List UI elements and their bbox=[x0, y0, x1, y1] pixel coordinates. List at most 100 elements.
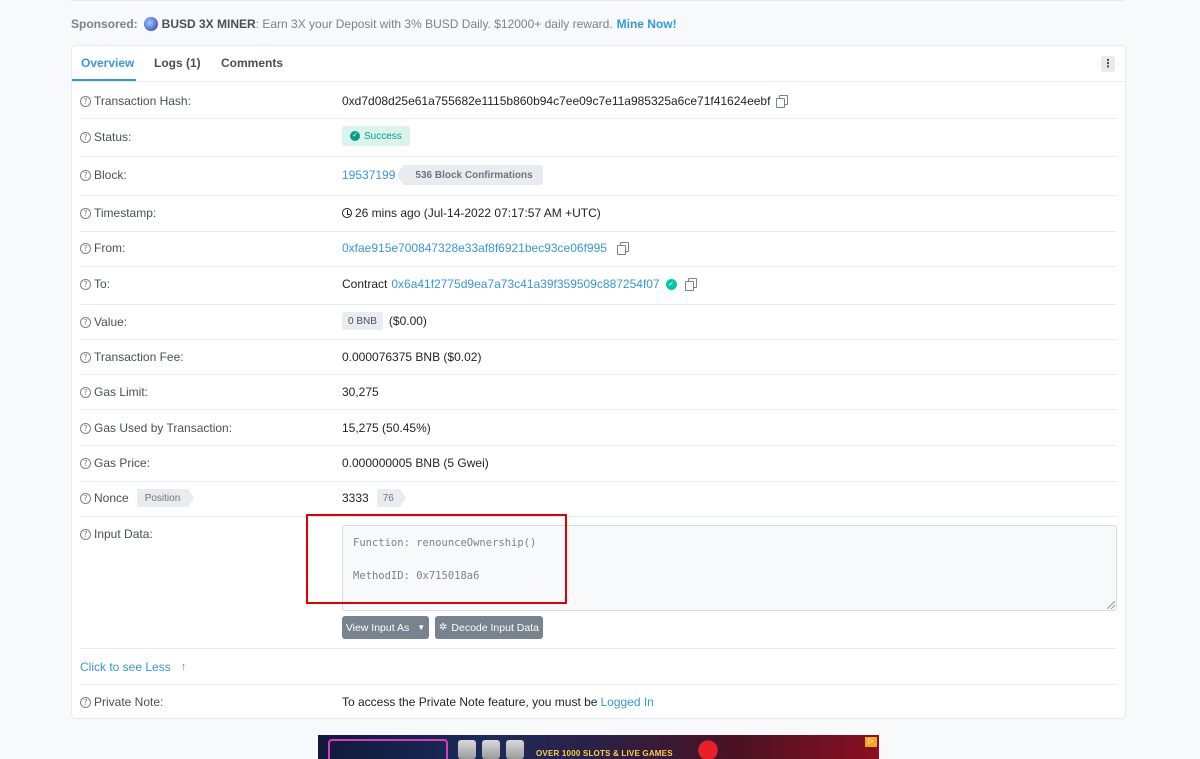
label-transaction-hash: ? Transaction Hash: bbox=[80, 94, 191, 108]
kebab-menu-icon[interactable]: ⋮ bbox=[1101, 56, 1115, 72]
help-icon: ? bbox=[80, 386, 91, 398]
help-icon: ? bbox=[80, 457, 91, 469]
ad-text: OVER 1000 SLOTS & LIVE GAMES bbox=[536, 749, 673, 758]
row-divider bbox=[80, 374, 1116, 375]
help-icon: ? bbox=[80, 492, 91, 504]
value-nonce: 3333 76 bbox=[342, 489, 406, 507]
tab-overview[interactable]: Overview bbox=[81, 56, 134, 70]
sponsored-label: Sponsored: bbox=[71, 17, 138, 31]
help-icon: ? bbox=[80, 528, 91, 540]
resize-handle-icon[interactable] bbox=[1107, 601, 1115, 609]
position-value-badge: 76 bbox=[376, 489, 406, 507]
help-icon: ? bbox=[80, 169, 91, 181]
ad-mascot-image bbox=[688, 737, 728, 759]
value-timestamp: 26 mins ago (Jul-14-2022 07:17:57 AM +UT… bbox=[342, 206, 601, 220]
status-badge: ✓ Success bbox=[342, 126, 410, 146]
advertisement-banner[interactable]: OVER 1000 SLOTS & LIVE GAMES ▷ bbox=[318, 735, 879, 759]
block-confirmations-badge: 536 Block Confirmations bbox=[397, 165, 543, 185]
label-input-data: ? Input Data: bbox=[80, 527, 153, 541]
help-icon: ? bbox=[80, 242, 91, 254]
label-to: ? To: bbox=[80, 277, 110, 291]
decode-icon: ✲ bbox=[439, 622, 448, 633]
sponsored-banner: Sponsored: BUSD 3X MINER : Earn 3X your … bbox=[71, 16, 677, 32]
help-icon: ? bbox=[80, 422, 91, 434]
see-less-link[interactable]: Click to see Less ↑ bbox=[80, 660, 186, 674]
row-divider bbox=[80, 231, 1116, 232]
label-status: ? Status: bbox=[80, 130, 131, 144]
value-transaction-fee: 0.000076375 BNB ($0.02) bbox=[342, 350, 482, 364]
value-status: ✓ Success bbox=[342, 126, 410, 146]
ad-watch-image bbox=[482, 740, 500, 759]
help-icon: ? bbox=[80, 207, 91, 219]
value-to: Contract 0x6a41f2775d9ea7a73c41a39f35950… bbox=[342, 277, 697, 291]
value-gas-used: 15,275 (50.45%) bbox=[342, 421, 431, 435]
label-gas-used: ? Gas Used by Transaction: bbox=[80, 421, 232, 435]
tab-comments[interactable]: Comments bbox=[221, 56, 283, 70]
chevron-down-icon: ▼ bbox=[417, 623, 426, 632]
transaction-hash-text: 0xd7d08d25e61a755682e1115b860b94c7ee09c7… bbox=[342, 94, 771, 108]
label-transaction-fee: ? Transaction Fee: bbox=[80, 350, 184, 364]
ad-close-icon[interactable]: ▷ bbox=[865, 737, 877, 747]
top-divider bbox=[71, 0, 1125, 1]
check-circle-icon: ✓ bbox=[350, 131, 360, 141]
row-divider bbox=[80, 304, 1116, 305]
to-contract-link[interactable]: 0x6a41f2775d9ea7a73c41a39f359509c887254f… bbox=[391, 277, 659, 291]
help-icon: ? bbox=[80, 131, 91, 143]
arrow-up-icon: ↑ bbox=[180, 661, 187, 673]
decode-input-data-button[interactable]: ✲ Decode Input Data bbox=[435, 616, 543, 639]
value-block: 19537199 536 Block Confirmations bbox=[342, 165, 543, 185]
row-divider bbox=[80, 409, 1116, 410]
row-divider bbox=[80, 445, 1116, 446]
row-divider bbox=[80, 156, 1116, 157]
ad-neon-sign bbox=[328, 739, 448, 759]
row-divider bbox=[80, 648, 1116, 649]
row-divider bbox=[80, 481, 1116, 482]
usd-value: ($0.00) bbox=[388, 314, 427, 328]
ad-watch-image bbox=[506, 740, 524, 759]
help-icon: ? bbox=[80, 95, 91, 107]
row-divider bbox=[80, 118, 1116, 119]
ad-watch-image bbox=[458, 740, 476, 759]
logged-in-link[interactable]: Logged In bbox=[600, 695, 653, 709]
from-address-link[interactable]: 0xfae915e700847328e33af8f6921bec93ce06f9… bbox=[342, 241, 607, 255]
tab-bar: Overview Logs (1) Comments ⋮ bbox=[72, 46, 1125, 82]
copy-icon[interactable] bbox=[616, 242, 629, 255]
tab-logs[interactable]: Logs (1) bbox=[154, 56, 201, 70]
row-divider bbox=[80, 516, 1116, 517]
value-value: 0 BNB ($0.00) bbox=[342, 312, 427, 330]
label-nonce: ? Nonce Position bbox=[80, 489, 194, 507]
row-divider bbox=[80, 195, 1116, 196]
mine-now-link[interactable]: Mine Now! bbox=[617, 17, 677, 31]
value-from: 0xfae915e700847328e33af8f6921bec93ce06f9… bbox=[342, 241, 629, 255]
row-divider bbox=[80, 684, 1116, 685]
clock-icon bbox=[342, 208, 352, 218]
label-block: ? Block: bbox=[80, 168, 127, 182]
value-gas-price: 0.000000005 BNB (5 Gwei) bbox=[342, 456, 489, 470]
copy-icon[interactable] bbox=[684, 278, 697, 291]
sponsor-text: : Earn 3X your Deposit with 3% BUSD Dail… bbox=[255, 17, 613, 31]
copy-icon[interactable] bbox=[776, 95, 789, 108]
block-number-link[interactable]: 19537199 bbox=[342, 168, 395, 182]
bnb-value-badge: 0 BNB bbox=[342, 312, 383, 330]
help-icon: ? bbox=[80, 696, 91, 708]
value-transaction-hash: 0xd7d08d25e61a755682e1115b860b94c7ee09c7… bbox=[342, 94, 789, 108]
help-icon: ? bbox=[80, 278, 91, 290]
label-timestamp: ? Timestamp: bbox=[80, 206, 156, 220]
active-tab-indicator bbox=[72, 79, 136, 81]
contract-prefix: Contract bbox=[342, 277, 388, 291]
label-private-note: ? Private Note: bbox=[80, 695, 163, 709]
private-note-text: To access the Private Note feature, you … bbox=[342, 695, 598, 709]
position-badge: Position bbox=[136, 489, 194, 507]
row-divider bbox=[80, 266, 1116, 267]
value-private-note: To access the Private Note feature, you … bbox=[342, 695, 654, 709]
value-gas-limit: 30,275 bbox=[342, 385, 379, 399]
help-icon: ? bbox=[80, 316, 91, 328]
view-input-as-button[interactable]: View Input As ▼ bbox=[342, 616, 429, 639]
highlight-box bbox=[306, 514, 567, 604]
label-gas-limit: ? Gas Limit: bbox=[80, 385, 148, 399]
label-value: ? Value: bbox=[80, 315, 127, 329]
label-from: ? From: bbox=[80, 241, 125, 255]
transaction-card: Overview Logs (1) Comments ⋮ ? Transacti… bbox=[71, 45, 1126, 719]
row-divider bbox=[80, 339, 1116, 340]
sponsor-name-link[interactable]: BUSD 3X MINER bbox=[162, 17, 256, 31]
